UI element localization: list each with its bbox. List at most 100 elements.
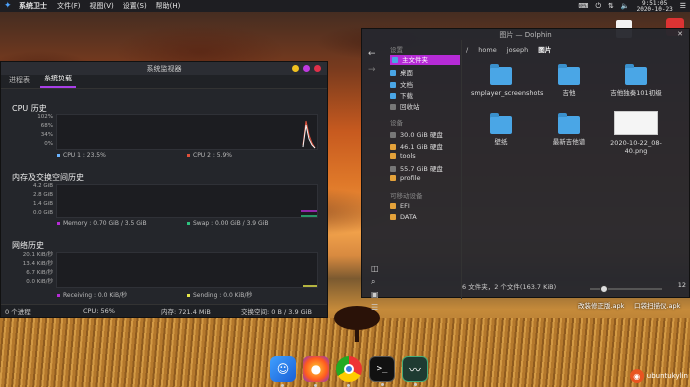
breadcrumb-root[interactable]: /: [466, 46, 468, 54]
file-item[interactable]: smplayer_screenshots: [471, 64, 543, 97]
input-method-icon[interactable]: ⌨: [578, 2, 588, 10]
terminal-icon[interactable]: >_: [369, 356, 395, 386]
status-memory: 内存: 721.4 MiB: [161, 308, 211, 316]
network-graph-plot: [303, 285, 317, 287]
place-documents[interactable]: 文档: [390, 79, 413, 89]
memory-graph-plot: [301, 210, 317, 217]
split-view-icon[interactable]: ◫: [371, 262, 379, 275]
breadcrumb-current[interactable]: 图片: [538, 46, 551, 54]
cpu-history-title: CPU 历史: [12, 104, 47, 113]
network-history-title: 网络历史: [12, 241, 44, 250]
drive-icon: [390, 153, 396, 159]
clock-time: 9:51:05: [642, 0, 668, 7]
dolphin-status-right: 12: [677, 281, 686, 289]
status-cpu: CPU: 56%: [83, 307, 115, 315]
place-desktop[interactable]: 桌面: [390, 67, 413, 77]
swap-legend-text: Swap : 0.00 GiB / 3.9 GiB: [193, 220, 269, 227]
file-label: 最新吉他谱: [552, 138, 586, 146]
place-downloads[interactable]: 下载: [390, 90, 413, 100]
memory-history-title: 内存及交换空间历史: [12, 173, 84, 182]
cpu-y-axis: 102% 68% 34% 0%: [19, 114, 53, 151]
cpu-graph: [56, 114, 318, 150]
device-item[interactable]: tools: [390, 152, 416, 160]
ubuntukylin-logo-icon: ◉: [629, 369, 644, 383]
forward-icon[interactable]: →: [368, 62, 376, 78]
volume-icon[interactable]: 🔈: [621, 2, 630, 10]
file-label: 壁纸: [494, 138, 508, 146]
watermark: ◉ ubuntukylin: [629, 369, 688, 383]
device-item[interactable]: 55.7 GiB 硬盘: [390, 163, 443, 173]
removable-item[interactable]: DATA: [390, 213, 417, 221]
place-label: 回收站: [400, 103, 420, 111]
system-monitor-icon[interactable]: 〰: [402, 356, 428, 386]
device-item[interactable]: 46.1 GiB 硬盘: [390, 141, 443, 151]
desktop-icon: [390, 70, 396, 76]
system-monitor-window: 系统监视器 进程表 系统负载 CPU 历史 102% 68% 34% 0% CP…: [0, 61, 328, 318]
places-panel: ← → 设置 主文件夹 桌面 文档 下载 回收站 设备 30.0 GiB 硬盘 …: [362, 40, 462, 312]
place-home[interactable]: 主文件夹: [390, 55, 460, 65]
file-label: 吉他: [562, 89, 576, 97]
zoom-slider-knob[interactable]: [600, 285, 608, 293]
file-label: 2020-10-22_08-40.png: [610, 139, 662, 155]
close-button[interactable]: [314, 65, 321, 72]
chrome-icon[interactable]: [336, 356, 362, 387]
dock: ☺ ● >_ 〰: [262, 351, 428, 387]
menu-view[interactable]: 视图(V): [90, 1, 114, 11]
network-graph: [56, 252, 318, 288]
file-item[interactable]: 吉他: [539, 64, 599, 97]
dolphin-window: 图片 — Dolphin ✕ ← → 设置 主文件夹 桌面 文档 下载 回收站 …: [361, 28, 690, 312]
menu-help[interactable]: 帮助(H): [156, 1, 181, 11]
tick-label: 0.0 KiB/秒: [26, 279, 53, 285]
image-thumbnail-icon: [614, 111, 658, 135]
desktop-file-label[interactable]: 改装修正版.apk: [578, 300, 624, 310]
file-item[interactable]: 最新吉他谱: [539, 113, 599, 146]
tick-label: 0.0 GiB: [32, 210, 53, 216]
file-item[interactable]: 壁纸: [471, 113, 531, 146]
tab-process-table[interactable]: 进程表: [5, 75, 34, 88]
status-swap: 交换空间: 0 B / 3.9 GiB: [241, 308, 312, 316]
menu-settings[interactable]: 设置(S): [123, 1, 147, 11]
device-item[interactable]: 30.0 GiB 硬盘: [390, 129, 443, 139]
back-icon[interactable]: ←: [368, 46, 376, 62]
place-label: 下载: [400, 92, 413, 100]
place-trash[interactable]: 回收站: [390, 101, 420, 111]
close-icon[interactable]: ✕: [677, 30, 683, 38]
device-item[interactable]: profile: [390, 174, 421, 182]
window-titlebar[interactable]: 图片 — Dolphin ✕: [362, 29, 689, 40]
desktop-file-label[interactable]: 口袋扫描仪.apk: [634, 300, 680, 310]
minimize-button[interactable]: [292, 65, 299, 72]
removable-label: EFI: [400, 202, 410, 210]
cpu2-legend-text: CPU 2 : 5.9%: [193, 152, 233, 159]
tab-system-load[interactable]: 系统负载: [40, 73, 76, 88]
network-icon[interactable]: ⇅: [608, 2, 614, 10]
device-label: 55.7 GiB 硬盘: [400, 165, 443, 173]
menu-file[interactable]: 文件(F): [57, 1, 81, 11]
cpu-graph-plot: [302, 120, 316, 149]
device-label: 46.1 GiB 硬盘: [400, 143, 443, 151]
window-titlebar[interactable]: 系统监视器: [1, 62, 327, 75]
breadcrumb-user[interactable]: joseph: [507, 46, 528, 54]
drive-icon: [390, 214, 396, 220]
search-icon[interactable]: ⌕: [371, 275, 379, 288]
preview-icon[interactable]: ▣: [371, 288, 379, 301]
file-label: smplayer_screenshots: [471, 89, 544, 97]
menu-icon[interactable]: ☰: [371, 301, 379, 314]
removable-item[interactable]: EFI: [390, 202, 410, 210]
finder-icon[interactable]: ☺: [270, 356, 296, 387]
watermark-text: ubuntukylin: [646, 372, 688, 380]
trash-icon: [390, 104, 396, 110]
file-item[interactable]: 2020-10-22_08-40.png: [606, 111, 666, 155]
app-logo-icon[interactable]: ✦: [4, 1, 14, 11]
clock[interactable]: 9:51:05 2020-10-23: [636, 0, 673, 13]
notification-icon[interactable]: ☰: [680, 2, 686, 10]
file-item[interactable]: 吉他独奏101初级: [606, 64, 666, 97]
tab-bar: 进程表 系统负载: [1, 73, 327, 89]
home-icon: [392, 57, 398, 63]
zoom-slider[interactable]: [590, 285, 662, 293]
clock-date: 2020-10-23: [636, 5, 673, 13]
breadcrumb-home[interactable]: home: [478, 46, 496, 54]
folder-icon: [558, 113, 580, 134]
power-icon[interactable]: ⏻: [595, 2, 601, 11]
maximize-button[interactable]: [303, 65, 310, 72]
firefox-icon[interactable]: ●: [303, 356, 329, 387]
